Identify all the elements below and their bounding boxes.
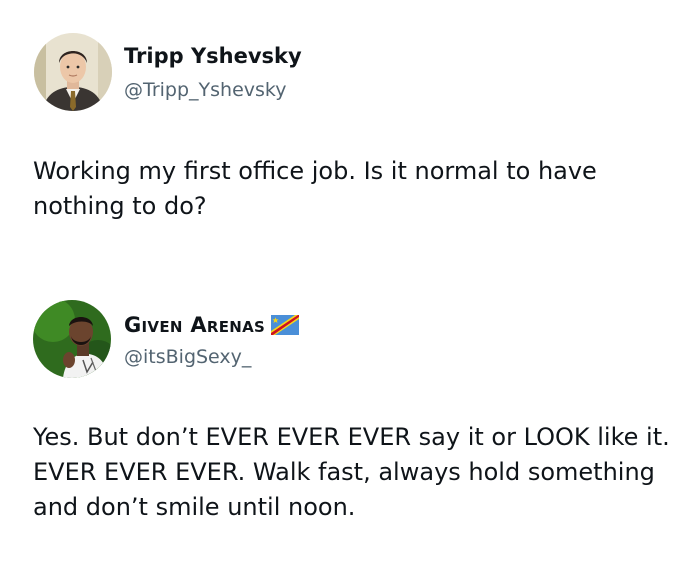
display-name-text: Given Arenas [124, 313, 266, 337]
dr-congo-flag-icon [271, 315, 300, 335]
avatar-photo-icon [33, 300, 111, 378]
tweet-text: Working my first office job. Is it norma… [33, 157, 597, 220]
tweet-text: Yes. But don’t EVER EVER EVER say it or … [33, 423, 670, 521]
user-handle[interactable]: @itsBigSexy_ [124, 345, 251, 369]
avatar-photo-icon [34, 33, 112, 111]
user-handle[interactable]: @Tripp_Yshevsky [124, 78, 286, 102]
display-name[interactable]: Tripp Yshevsky [124, 43, 302, 69]
avatar[interactable] [33, 300, 111, 378]
display-name-text: Tripp Yshevsky [124, 44, 302, 68]
display-name[interactable]: Given Arenas [124, 312, 300, 338]
avatar[interactable] [34, 33, 112, 111]
